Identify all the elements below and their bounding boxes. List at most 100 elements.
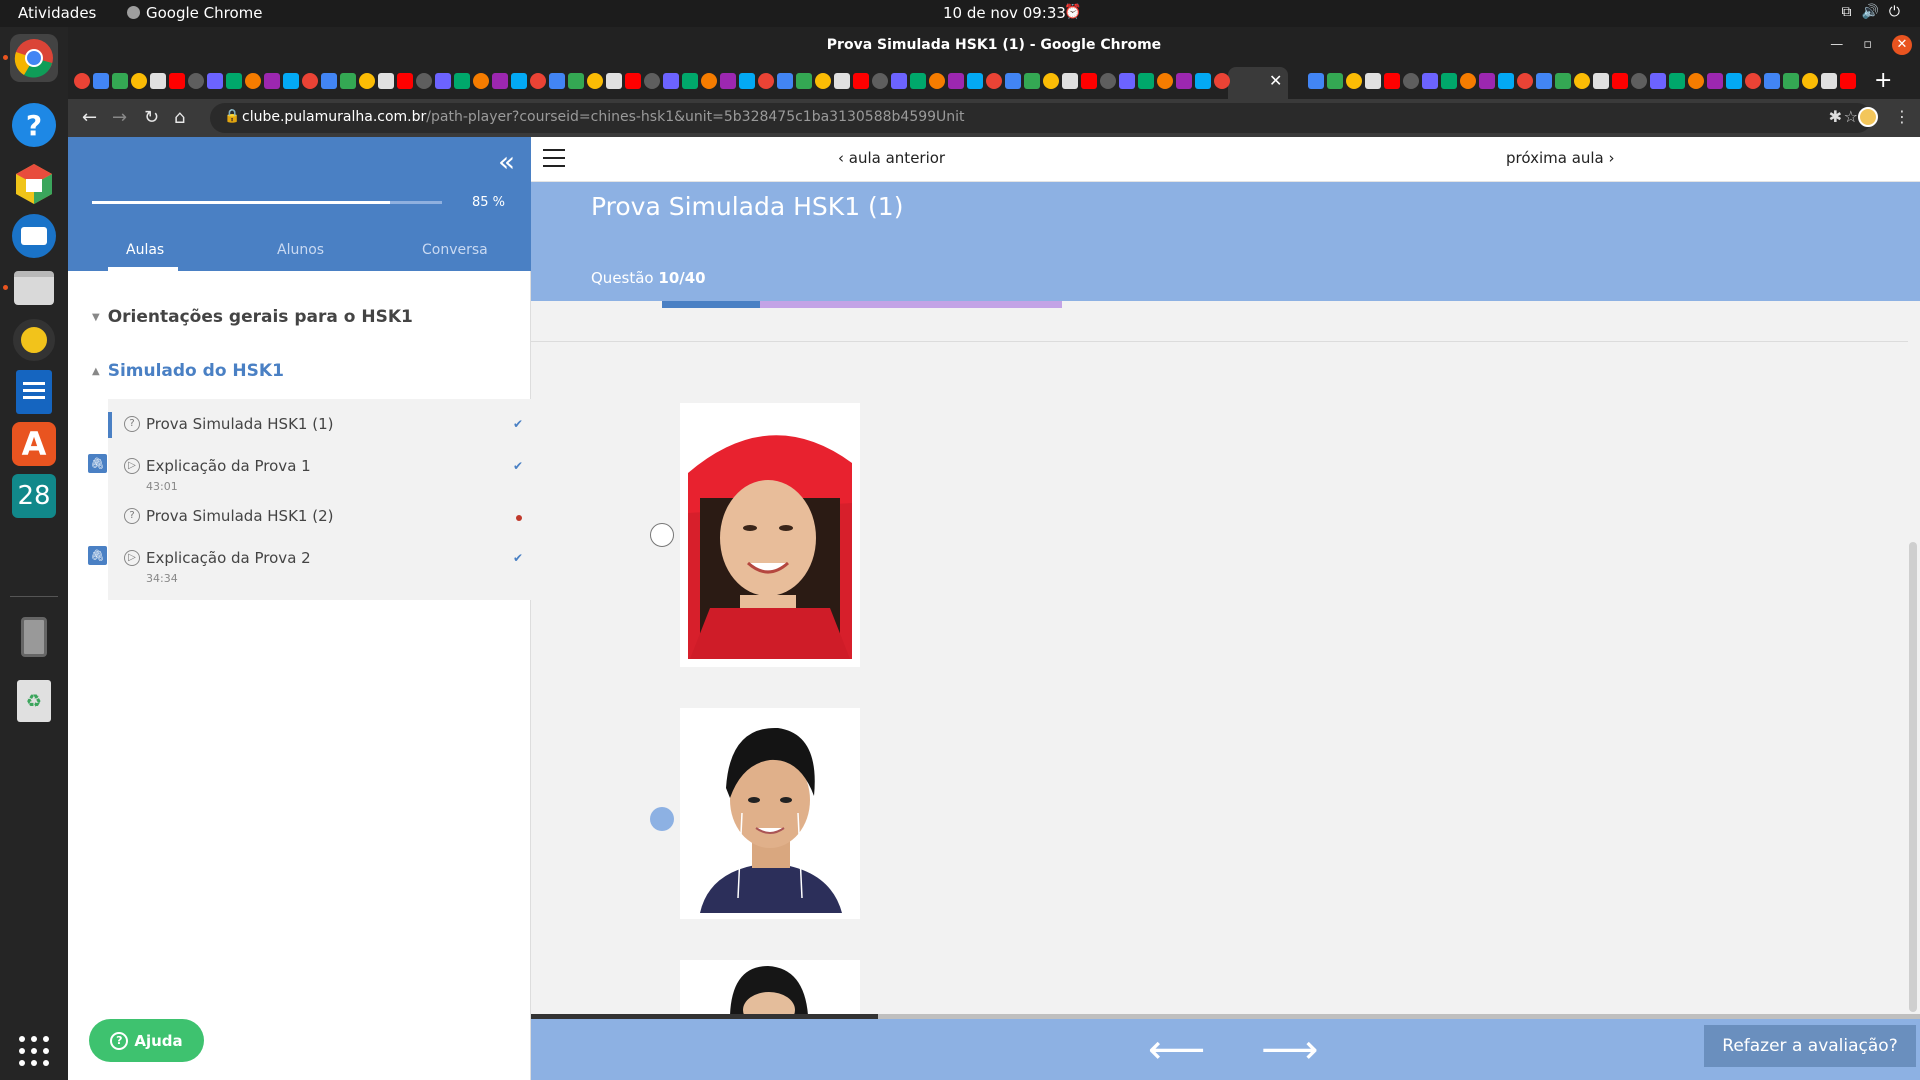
- tab-favicon[interactable]: [587, 73, 603, 89]
- profile-avatar[interactable]: [1858, 107, 1878, 127]
- paperclip-icon[interactable]: 🖇: [88, 454, 107, 473]
- answer-image-2[interactable]: [680, 708, 860, 919]
- tab-alunos[interactable]: Alunos: [277, 242, 324, 258]
- lesson-item[interactable]: ? Prova Simulada HSK1 (2): [108, 504, 531, 530]
- tab-favicon[interactable]: [340, 73, 356, 89]
- tab-favicon[interactable]: [891, 73, 907, 89]
- next-question-arrow-icon[interactable]: ⟶: [1261, 1027, 1318, 1073]
- clock[interactable]: 10 de nov 09:33: [943, 4, 1066, 22]
- menu-icon[interactable]: ⋮: [1894, 107, 1910, 127]
- writer-dock-icon[interactable]: [10, 368, 58, 416]
- tab-favicon[interactable]: [853, 73, 869, 89]
- forward-icon[interactable]: →: [112, 107, 127, 128]
- tab-favicon[interactable]: [1138, 73, 1154, 89]
- tab-favicon[interactable]: [264, 73, 280, 89]
- address-bar[interactable]: 🔒 clube.pulamuralha.com.br/path-player?c…: [210, 103, 1872, 133]
- answer-radio-1[interactable]: [650, 523, 674, 547]
- tab-favicon[interactable]: [511, 73, 527, 89]
- tab-favicon[interactable]: [815, 73, 831, 89]
- new-tab-icon[interactable]: +: [1874, 68, 1892, 93]
- tab-favicon[interactable]: [226, 73, 242, 89]
- collapse-sidebar-icon[interactable]: «: [498, 145, 515, 178]
- tab-favicon[interactable]: [739, 73, 755, 89]
- tab-favicon[interactable]: [188, 73, 204, 89]
- tab-favicon[interactable]: [1498, 73, 1514, 89]
- tab-favicon[interactable]: [1460, 73, 1476, 89]
- section-orientacoes[interactable]: ▼ Orientações gerais para o HSK1: [92, 307, 413, 327]
- tab-favicon[interactable]: [1650, 73, 1666, 89]
- tab-favicon[interactable]: [1631, 73, 1647, 89]
- help-dock-icon[interactable]: ?: [10, 101, 58, 149]
- tab-favicon[interactable]: [1688, 73, 1704, 89]
- tab-favicon[interactable]: [644, 73, 660, 89]
- tab-favicon[interactable]: [1346, 73, 1362, 89]
- tab-favicon[interactable]: [1176, 73, 1192, 89]
- tab-favicon[interactable]: [1441, 73, 1457, 89]
- tab-favicon[interactable]: [74, 73, 90, 89]
- previous-question-arrow-icon[interactable]: ⟵: [1148, 1027, 1205, 1073]
- tab-favicon[interactable]: [758, 73, 774, 89]
- tab-favicon[interactable]: [1214, 73, 1230, 89]
- content-scrollbar[interactable]: [1909, 542, 1917, 1012]
- tab-favicon[interactable]: [1384, 73, 1400, 89]
- tab-favicon[interactable]: [1612, 73, 1628, 89]
- app-center-dock-icon[interactable]: A: [10, 420, 58, 468]
- tab-favicon[interactable]: [1081, 73, 1097, 89]
- home-icon[interactable]: ⌂: [174, 107, 185, 128]
- system-menu[interactable]: ⧉🔊⏻: [1841, 4, 1910, 20]
- tab-favicon[interactable]: [473, 73, 489, 89]
- close-icon[interactable]: ✕: [1892, 35, 1912, 55]
- tab-favicon[interactable]: [1840, 73, 1856, 89]
- hamburger-menu-icon[interactable]: [543, 149, 565, 173]
- answer-radio-2[interactable]: [650, 807, 674, 831]
- tab-favicon[interactable]: [150, 73, 166, 89]
- tab-favicon[interactable]: [283, 73, 299, 89]
- tab-favicon[interactable]: [1100, 73, 1116, 89]
- tab-favicon[interactable]: [663, 73, 679, 89]
- tab-favicon[interactable]: [1669, 73, 1685, 89]
- tab-favicon[interactable]: [701, 73, 717, 89]
- tab-favicon[interactable]: [1308, 73, 1324, 89]
- tab-favicon[interactable]: [169, 73, 185, 89]
- trash-dock-icon[interactable]: ♻: [10, 677, 58, 725]
- answer-image-3[interactable]: [680, 960, 860, 1015]
- lesson-item[interactable]: ? Prova Simulada HSK1 (1) ✔: [108, 412, 531, 438]
- tab-favicon[interactable]: [1783, 73, 1799, 89]
- reload-icon[interactable]: ↻: [144, 107, 159, 128]
- tab-favicon[interactable]: [1745, 73, 1761, 89]
- extensions-icon[interactable]: ✱: [1829, 107, 1842, 127]
- tab-favicon[interactable]: [1517, 73, 1533, 89]
- tab-favicon[interactable]: [321, 73, 337, 89]
- tab-favicon[interactable]: [986, 73, 1002, 89]
- tab-favicon[interactable]: [948, 73, 964, 89]
- show-apps-button[interactable]: [10, 1027, 58, 1075]
- calendar-dock-icon[interactable]: 28: [10, 472, 58, 520]
- activities-button[interactable]: Atividades: [18, 4, 96, 22]
- software-dock-icon[interactable]: [10, 160, 58, 208]
- tab-favicon[interactable]: [872, 73, 888, 89]
- tab-favicon[interactable]: [454, 73, 470, 89]
- tab-favicon[interactable]: [1422, 73, 1438, 89]
- tab-favicon[interactable]: [549, 73, 565, 89]
- bottom-scroll-thumb[interactable]: [531, 1014, 878, 1019]
- tab-favicon[interactable]: [416, 73, 432, 89]
- paperclip-icon[interactable]: 🖇: [88, 546, 107, 565]
- tab-favicon[interactable]: [1707, 73, 1723, 89]
- tab-favicon[interactable]: [1821, 73, 1837, 89]
- tab-favicon[interactable]: [93, 73, 109, 89]
- tab-favicon[interactable]: [606, 73, 622, 89]
- tab-favicon[interactable]: [245, 73, 261, 89]
- lock-icon[interactable]: 🔒: [224, 109, 240, 124]
- tab-favicon[interactable]: [720, 73, 736, 89]
- tab-favicon[interactable]: [682, 73, 698, 89]
- tab-favicon[interactable]: [777, 73, 793, 89]
- tab-favicon[interactable]: [1157, 73, 1173, 89]
- tab-favicon[interactable]: [1764, 73, 1780, 89]
- tab-favicon[interactable]: [1062, 73, 1078, 89]
- section-simulado[interactable]: ▲ Simulado do HSK1: [92, 361, 284, 381]
- tab-favicon[interactable]: [359, 73, 375, 89]
- tab-favicon[interactable]: [1726, 73, 1742, 89]
- tab-favicon[interactable]: [1195, 73, 1211, 89]
- tab-favicon[interactable]: [1005, 73, 1021, 89]
- tab-favicon[interactable]: [1479, 73, 1495, 89]
